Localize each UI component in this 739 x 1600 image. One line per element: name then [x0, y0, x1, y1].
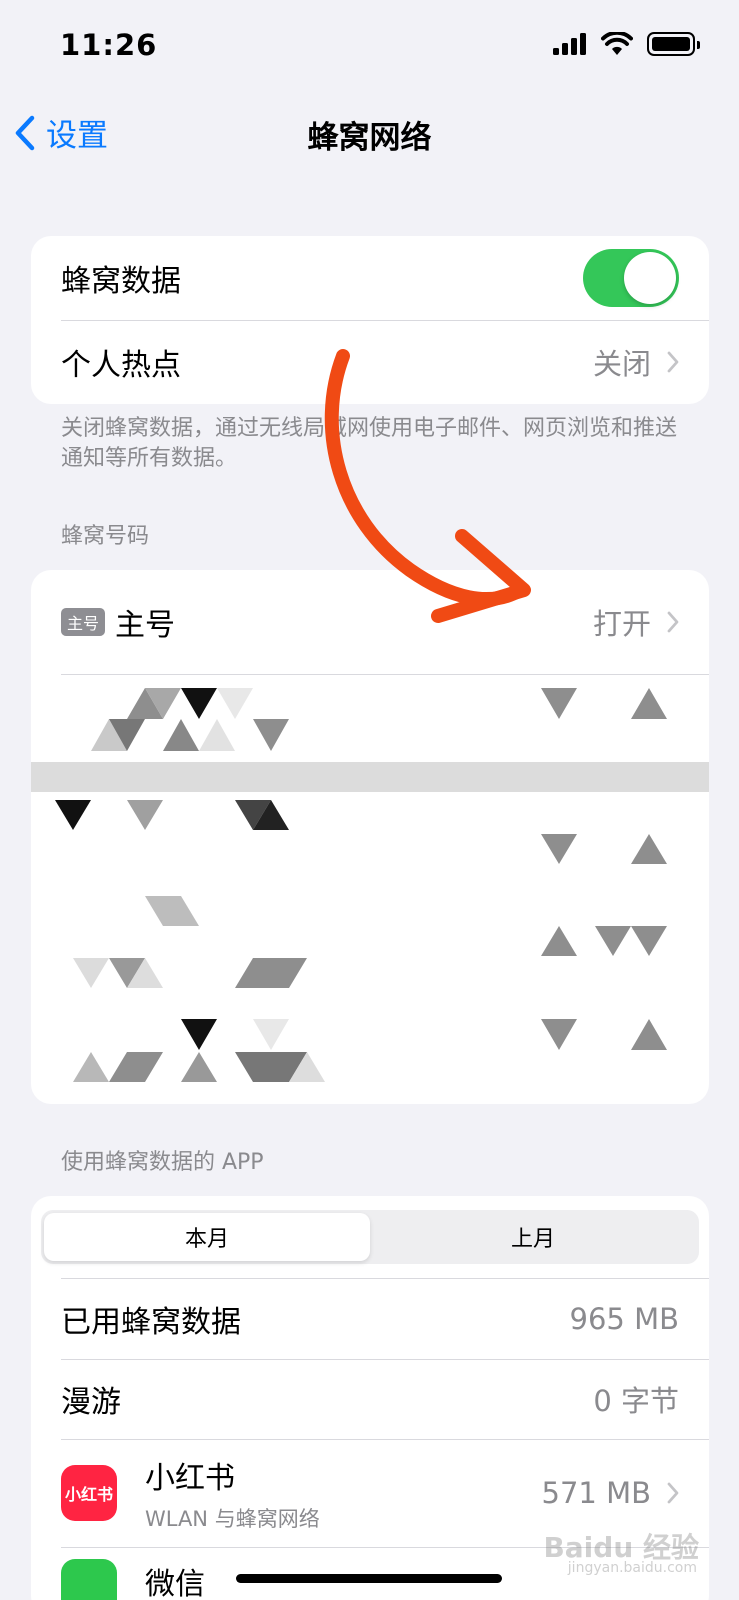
sim-badge: 主号	[61, 608, 106, 636]
apps-using-cellular-header: 使用蜂窝数据的 APP	[61, 1150, 264, 1175]
segment-last-month[interactable]: 上月	[370, 1213, 696, 1261]
personal-hotspot-row[interactable]: 个人热点 关闭	[31, 320, 709, 404]
used-data-value: 965 MB	[569, 1302, 680, 1336]
status-bar: 11:26	[0, 0, 739, 96]
cellular-data-footnote: 关闭蜂窝数据，通过无线局域网使用电子邮件、网页浏览和推送通知等所有数据。	[61, 416, 678, 471]
xiaohongshu-app-icon: 小红书	[61, 1465, 117, 1521]
primary-line-value: 打开	[592, 607, 651, 641]
chevron-right-icon	[667, 351, 679, 373]
cellular-data-toggle[interactable]	[583, 249, 679, 307]
used-data-label: 已用蜂窝数据	[61, 1305, 241, 1340]
roaming-row: 漫游 0 字节	[31, 1359, 709, 1439]
app-usage-value: 571 MB	[541, 1476, 652, 1510]
personal-hotspot-label: 个人热点	[61, 348, 181, 383]
status-icons	[553, 32, 700, 56]
wifi-icon	[601, 32, 633, 55]
chevron-right-icon	[667, 611, 679, 633]
navigation-bar: 设置 蜂窝网络	[0, 96, 739, 166]
app-name: 小红书	[145, 1461, 235, 1496]
cellular-settings-group: 蜂窝数据 个人热点 关闭	[31, 236, 709, 404]
redacted-mosaic	[31, 688, 709, 1082]
cellular-data-label: 蜂窝数据	[61, 264, 181, 299]
wechat-app-icon	[61, 1559, 117, 1600]
home-indicator[interactable]	[236, 1574, 502, 1583]
period-segmented-control: 本月 上月	[41, 1210, 699, 1264]
chevron-right-icon	[667, 1482, 679, 1504]
cellular-data-row: 蜂窝数据	[31, 236, 709, 320]
personal-hotspot-value: 关闭	[592, 347, 651, 381]
status-time: 11:26	[60, 28, 158, 62]
cellular-numbers-group: 主号 主号 打开	[31, 570, 709, 1104]
cellular-numbers-header: 蜂窝号码	[61, 524, 150, 549]
page-title: 蜂窝网络	[307, 120, 432, 156]
primary-line-row[interactable]: 主号 主号 打开	[31, 570, 709, 674]
used-data-row: 已用蜂窝数据 965 MB	[31, 1279, 709, 1359]
battery-icon	[647, 32, 700, 56]
watermark-url: jingyan.baidu.com	[567, 1560, 697, 1576]
roaming-value: 0 字节	[593, 1384, 679, 1418]
app-network-type: WLAN 与蜂窝网络	[145, 1507, 320, 1531]
cellular-signal-icon	[553, 33, 586, 55]
segment-this-month[interactable]: 本月	[44, 1213, 370, 1261]
roaming-label: 漫游	[61, 1385, 121, 1420]
primary-line-label: 主号	[115, 608, 176, 643]
